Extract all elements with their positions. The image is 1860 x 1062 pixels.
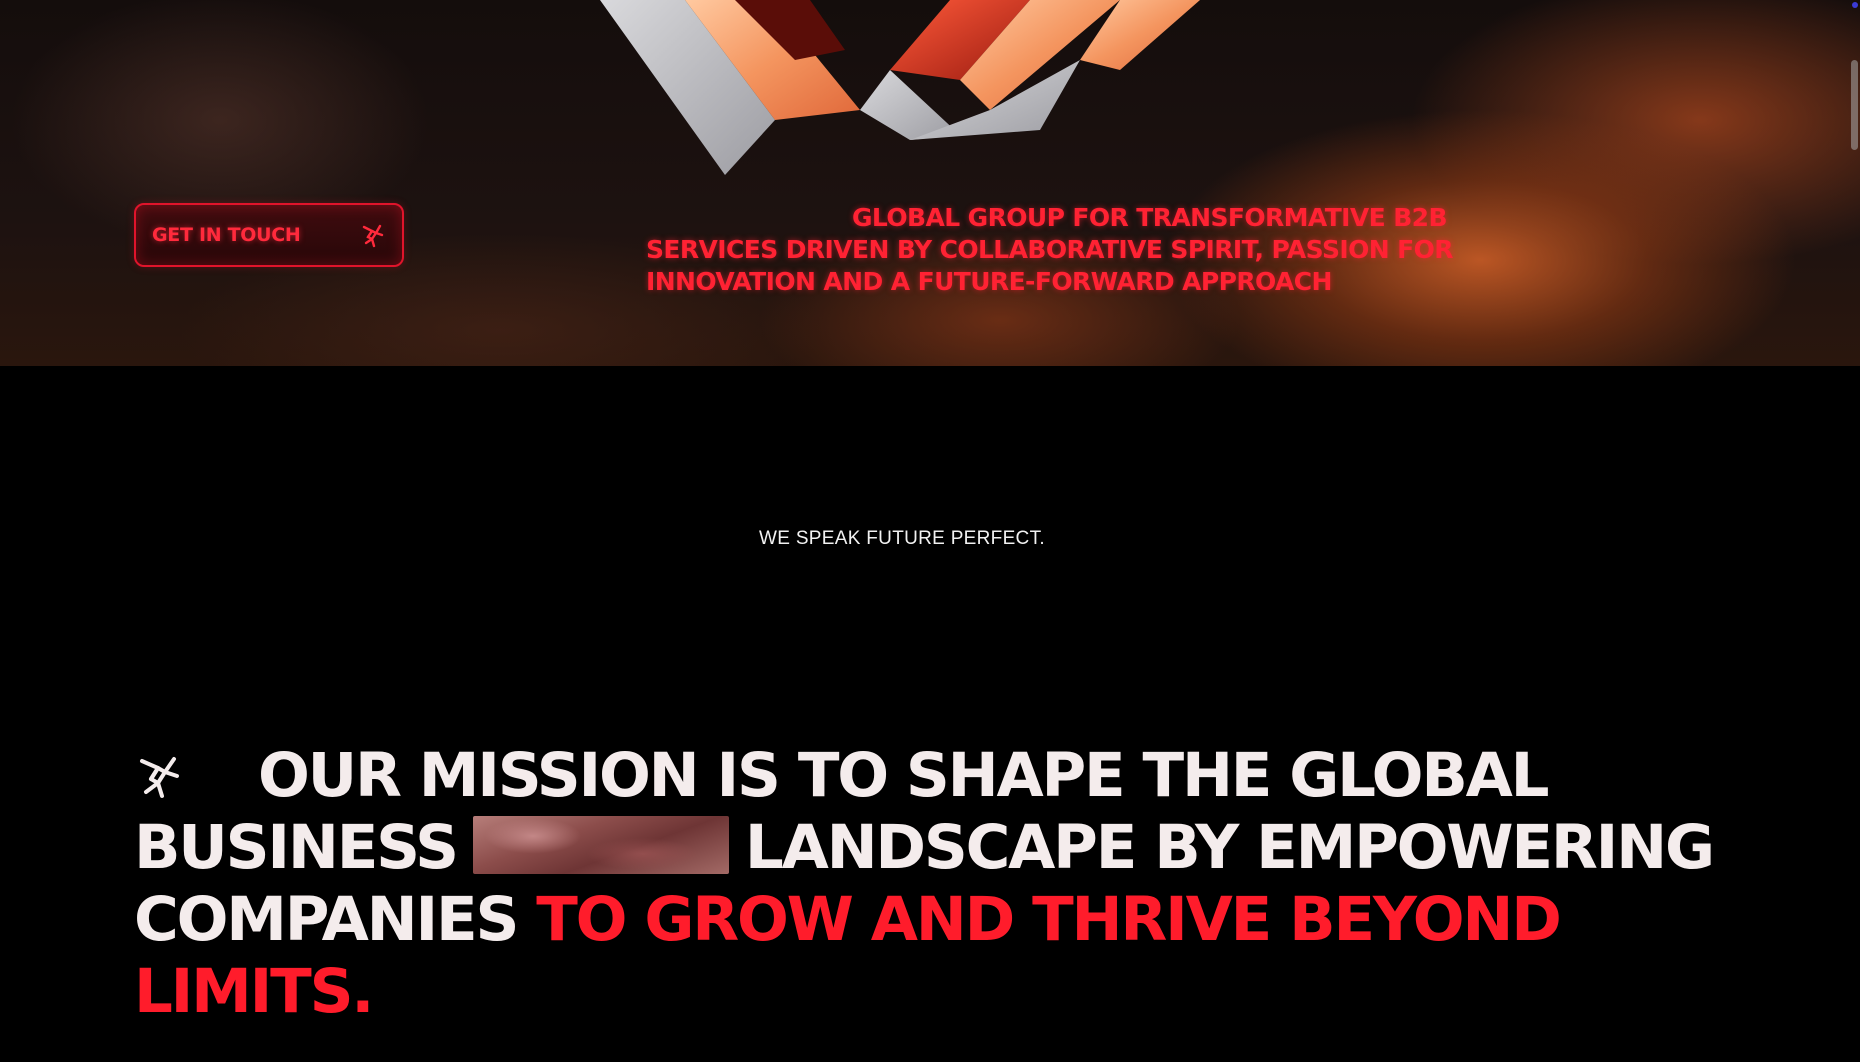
mission-text: OUR MISSION IS TO SHAPE THE GLOBAL xyxy=(258,740,1550,811)
mission-accent-text: TO GROW AND THRIVE BEYOND xyxy=(536,884,1562,955)
hero-tagline-line: INNOVATION AND A FUTURE-FORWARD APPROACH xyxy=(646,267,1332,296)
inline-landscape-image xyxy=(472,816,729,874)
page: GET IN TOUCH GLOBAL GROUP FOR TRANSFORMA… xyxy=(0,0,1860,1062)
mission-line: BUSINESS LANDSCAPE BY EMPOWERING xyxy=(134,812,1715,884)
mission-text: COMPANIES xyxy=(134,884,519,955)
mission-accent-text: LIMITS. xyxy=(134,956,374,1027)
mission-line: COMPANIES TO GROW AND THRIVE BEYOND xyxy=(134,884,1694,956)
scrollbar-thumb[interactable] xyxy=(1851,60,1858,150)
hero-tagline-line: SERVICES DRIVEN BY COLLABORATIVE SPIRIT,… xyxy=(646,235,1454,264)
get-in-touch-label: GET IN TOUCH xyxy=(152,224,301,246)
mission-line: LIMITS. xyxy=(134,956,1694,1028)
brand-mark-icon xyxy=(362,224,384,248)
section-kicker: WE SPEAK FUTURE PERFECT. xyxy=(759,528,1045,549)
hero-section: GET IN TOUCH GLOBAL GROUP FOR TRANSFORMA… xyxy=(0,0,1860,366)
hero-3d-logo-art xyxy=(600,0,1200,175)
page-scrollbar[interactable] xyxy=(1846,0,1860,1062)
mission-text: LANDSCAPE BY EMPOWERING xyxy=(744,812,1715,883)
mission-line: OUR MISSION IS TO SHAPE THE GLOBAL xyxy=(134,740,1694,812)
indicator-dot xyxy=(1852,2,1858,8)
brand-mark-icon xyxy=(140,757,179,798)
hero-tagline-line: GLOBAL GROUP FOR TRANSFORMATIVE B2B xyxy=(852,203,1448,232)
hero-tagline: GLOBAL GROUP FOR TRANSFORMATIVE B2B SERV… xyxy=(646,202,1506,298)
mission-text: BUSINESS xyxy=(134,812,459,883)
get-in-touch-button[interactable]: GET IN TOUCH xyxy=(134,203,404,267)
mission-statement: OUR MISSION IS TO SHAPE THE GLOBAL BUSIN… xyxy=(134,740,1715,1028)
